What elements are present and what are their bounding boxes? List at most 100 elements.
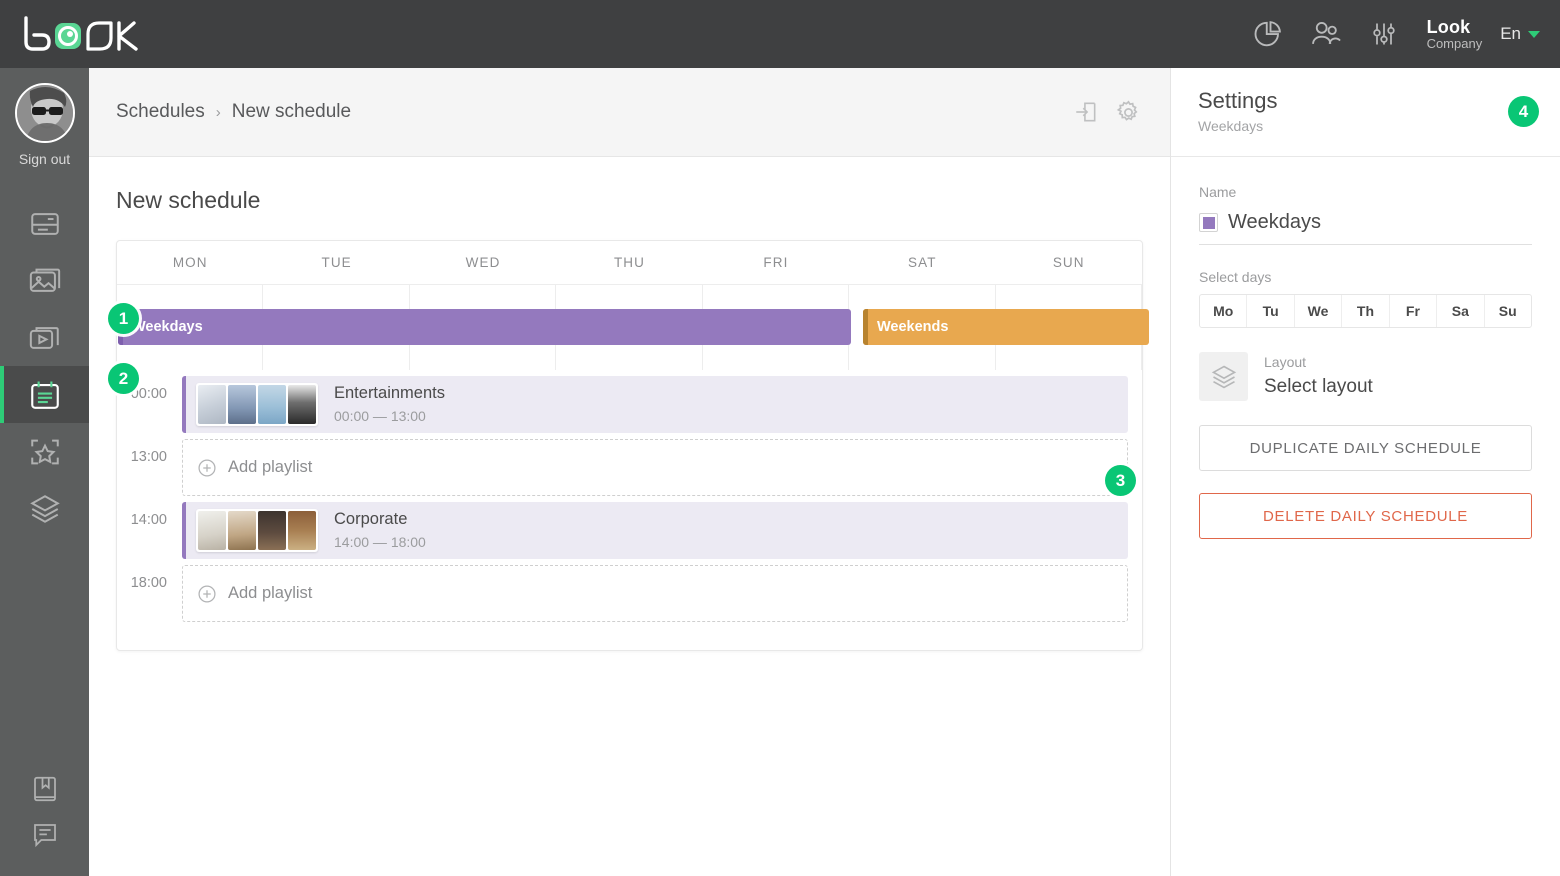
schedule-band-weekdays[interactable]: Weekdays: [118, 309, 851, 345]
sidebar-item-scenes[interactable]: [0, 423, 89, 480]
sidebar-nav-bottom: [0, 766, 89, 858]
sidebar-item-media[interactable]: [0, 252, 89, 309]
day-toggle-we[interactable]: We: [1295, 295, 1342, 327]
settings-title: Settings: [1198, 88, 1534, 114]
duplicate-daily-schedule-button[interactable]: DUPLICATE DAILY SCHEDULE: [1199, 425, 1532, 471]
sidebar-item-displays[interactable]: [0, 195, 89, 252]
thumbnail: [288, 511, 316, 550]
calendar-day-sun: SUN: [996, 241, 1142, 284]
layout-selector[interactable]: Layout Select layout: [1199, 352, 1532, 401]
thumbnail: [258, 511, 286, 550]
gear-icon[interactable]: [1115, 99, 1142, 126]
look-logo-icon: [22, 14, 152, 54]
day-toggle-su[interactable]: Su: [1485, 295, 1531, 327]
users-icon[interactable]: [1297, 0, 1355, 68]
annotation-badge-2: 2: [108, 363, 139, 394]
brand-name: Look: [1427, 17, 1483, 37]
playlist-card-entertainments[interactable]: Entertainments 00:00 — 13:00: [182, 376, 1128, 433]
delete-daily-schedule-button[interactable]: DELETE DAILY SCHEDULE: [1199, 493, 1532, 539]
thumbnail: [288, 385, 316, 424]
day-selector: Mo Tu We Th Fr: [1199, 294, 1532, 328]
video-playlist-icon: [28, 321, 62, 355]
book-icon: [30, 774, 60, 804]
sign-out-button[interactable]: Sign out: [19, 151, 70, 167]
day-label: Th: [1342, 303, 1388, 327]
save-export-icon[interactable]: [1073, 99, 1099, 125]
add-playlist-row[interactable]: Add playlist: [182, 565, 1128, 622]
top-bar: Look Company En: [0, 0, 1560, 68]
day-label: Sa: [1437, 303, 1483, 327]
playlist-card-corporate[interactable]: Corporate 14:00 — 18:00: [182, 502, 1128, 559]
breadcrumb-root[interactable]: Schedules: [116, 101, 205, 123]
day-toggle-fr[interactable]: Fr: [1390, 295, 1437, 327]
layout-value: Select layout: [1264, 374, 1373, 401]
timeline-row: 13:00 Add playlist: [117, 439, 1128, 502]
day-label: Tu: [1247, 303, 1293, 327]
look-logo[interactable]: [22, 14, 152, 54]
schedule-band-weekends-label: Weekends: [877, 319, 948, 335]
thumbnail: [198, 511, 226, 550]
user-block: Sign out: [0, 68, 89, 167]
day-toggle-sa[interactable]: Sa: [1437, 295, 1484, 327]
avatar-image: [17, 85, 75, 143]
playlist-thumbnails: [196, 383, 318, 426]
annotation-badge-1: 1: [108, 303, 139, 334]
language-selector[interactable]: En: [1500, 24, 1540, 44]
color-swatch-fill: [1203, 217, 1215, 229]
app-root: Look Company En: [0, 0, 1560, 876]
left-sidebar: Sign out: [0, 68, 89, 876]
pie-chart-icon[interactable]: [1239, 0, 1297, 68]
schedule-band-weekends[interactable]: Weekends: [863, 309, 1149, 345]
sliders-icon[interactable]: [1355, 0, 1413, 68]
chat-bubble-icon: [30, 820, 60, 850]
color-swatch[interactable]: [1199, 213, 1218, 232]
thumbnail: [258, 385, 286, 424]
schedule-band-weekdays-label: Weekdays: [132, 319, 203, 335]
calendar-day-header: MON TUE WED THU FRI SAT SUN: [117, 241, 1142, 285]
brand-block[interactable]: Look Company: [1427, 17, 1483, 52]
top-bar-actions: Look Company En: [1239, 0, 1560, 68]
timeline-row: 00:00 Entertainments 00:00 — 13: [117, 376, 1128, 439]
breadcrumb-actions: [1073, 99, 1142, 126]
settings-panel: Settings Weekdays Name Weekdays Select d…: [1170, 68, 1560, 876]
calendar-day-thu: THU: [556, 241, 702, 284]
select-days-label: Select days: [1199, 269, 1532, 285]
calendar-day-tue: TUE: [263, 241, 409, 284]
name-field[interactable]: Weekdays: [1199, 205, 1532, 245]
add-playlist-row[interactable]: Add playlist: [182, 439, 1128, 496]
sidebar-item-playlists[interactable]: [0, 309, 89, 366]
breadcrumb-separator: ›: [216, 104, 221, 121]
sidebar-nav: [0, 195, 89, 537]
sidebar-item-feedback[interactable]: [0, 812, 89, 858]
avatar[interactable]: [15, 83, 75, 143]
playlist-thumbnails: [196, 509, 318, 552]
settings-subtitle: Weekdays: [1198, 118, 1534, 134]
sidebar-item-docs[interactable]: [0, 766, 89, 812]
thumbnail: [228, 511, 256, 550]
layout-caption: Layout: [1264, 354, 1306, 370]
calendar-day-mon: MON: [117, 241, 263, 284]
layers-icon: [28, 492, 62, 526]
layers-icon: [1199, 352, 1248, 401]
thumbnail: [198, 385, 226, 424]
calendar-day-fri: FRI: [703, 241, 849, 284]
star-frame-icon: [28, 435, 62, 469]
sidebar-item-schedules[interactable]: [0, 366, 89, 423]
calendar-day-wed: WED: [410, 241, 556, 284]
plus-circle-icon: [197, 584, 217, 604]
settings-header: Settings Weekdays: [1171, 68, 1560, 157]
image-icon: [28, 264, 62, 298]
settings-body: Name Weekdays Select days Mo Tu We: [1171, 157, 1560, 539]
day-label: Mo: [1200, 303, 1246, 327]
breadcrumb-bar: Schedules › New schedule: [89, 68, 1170, 157]
day-label: We: [1295, 303, 1341, 327]
day-toggle-mo[interactable]: Mo: [1200, 295, 1247, 327]
brand-sub: Company: [1427, 37, 1483, 52]
display-icon: [28, 207, 62, 241]
timeline-time-label: 14:00: [117, 502, 182, 528]
sidebar-item-layouts[interactable]: [0, 480, 89, 537]
day-toggle-tu[interactable]: Tu: [1247, 295, 1294, 327]
playlist-name: Corporate: [334, 508, 426, 532]
day-toggle-th[interactable]: Th: [1342, 295, 1389, 327]
playlist-time-range: 00:00 — 13:00: [334, 406, 445, 426]
